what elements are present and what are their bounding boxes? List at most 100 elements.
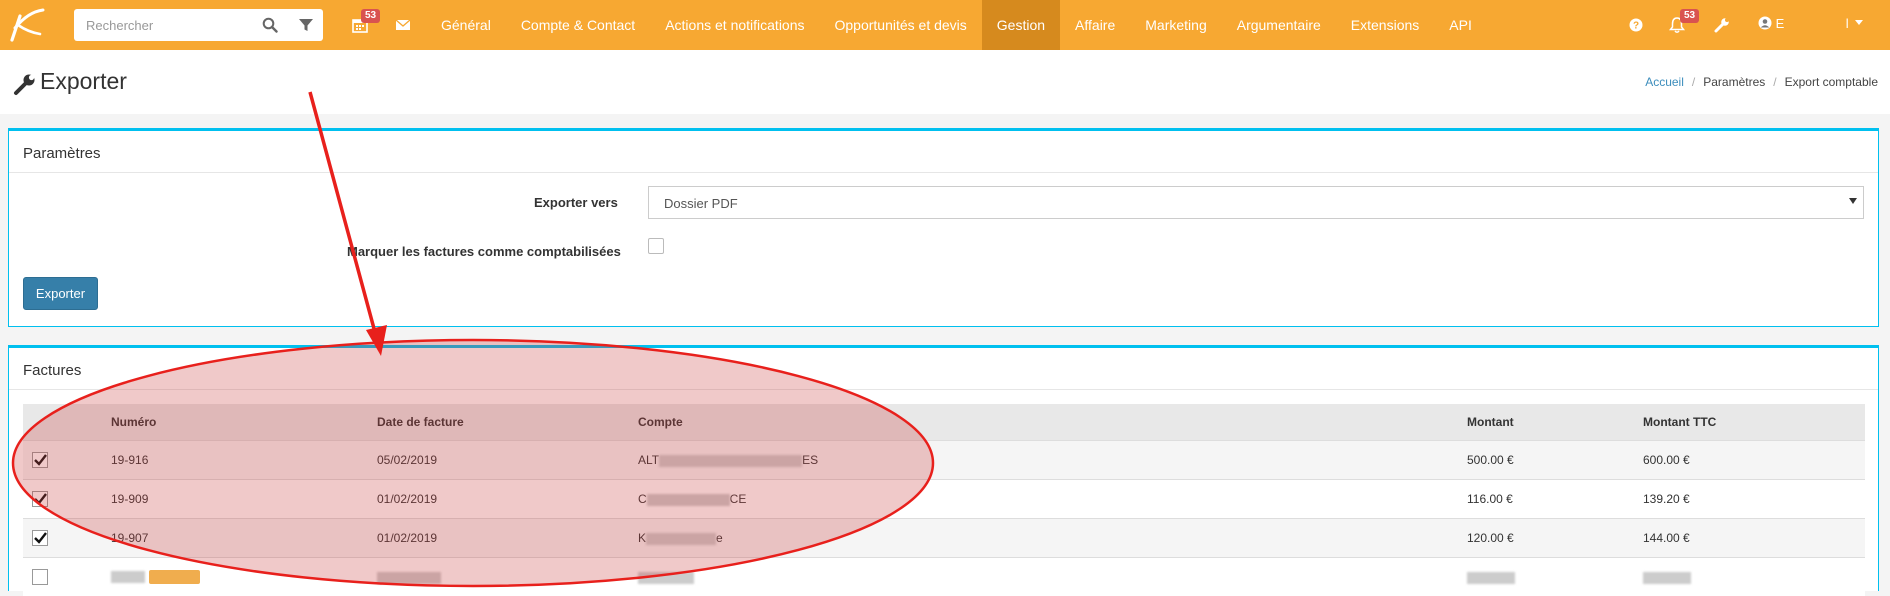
row-checkbox[interactable]: [32, 569, 48, 585]
top-navbar: 53 Général Compte & Contact Actions et n…: [0, 0, 1890, 50]
search-input[interactable]: [74, 9, 256, 41]
filter-icon[interactable]: [298, 17, 314, 33]
row-checkbox[interactable]: [32, 530, 48, 546]
redacted-text: [647, 494, 730, 506]
help-icon[interactable]: ?: [1627, 16, 1645, 34]
nav-opportunites-devis[interactable]: Opportunités et devis: [820, 0, 982, 50]
cut-off-text: [638, 572, 694, 584]
breadcrumb-separator: /: [1692, 75, 1695, 89]
panel-divider: [9, 172, 1878, 173]
cell-date: 01/02/2019: [377, 519, 638, 558]
cell-numero: 19-916: [111, 441, 377, 480]
col-select: [23, 404, 111, 441]
notifications-badge: 53: [1680, 9, 1699, 23]
nav-api[interactable]: API: [1434, 0, 1487, 50]
export-select-value: Dossier PDF: [664, 196, 738, 211]
cell-montant: [1467, 558, 1643, 596]
redacted-text: [646, 533, 716, 545]
row-checkbox[interactable]: [32, 452, 48, 468]
search-icon[interactable]: [262, 17, 278, 33]
nav-compte-contact[interactable]: Compte & Contact: [506, 0, 650, 50]
envelope-icon[interactable]: [394, 16, 412, 34]
status-tag: [149, 570, 200, 584]
nav-marketing[interactable]: Marketing: [1130, 0, 1221, 50]
cut-off-text: [1467, 572, 1515, 584]
nav-gestion[interactable]: Gestion: [982, 0, 1060, 50]
breadcrumb-accueil[interactable]: Accueil: [1645, 75, 1684, 89]
nav-actions-notifications[interactable]: Actions et notifications: [650, 0, 819, 50]
nav-general[interactable]: Général: [426, 0, 506, 50]
cell-compte: Ke: [638, 519, 1467, 558]
breadcrumb-parametres[interactable]: Paramètres: [1703, 75, 1765, 89]
user-menu[interactable]: E l: [1758, 16, 1863, 31]
breadcrumb-current: Export comptable: [1785, 75, 1878, 89]
search-box: [74, 9, 323, 41]
check-icon: [34, 454, 47, 466]
col-montant[interactable]: Montant: [1467, 404, 1643, 441]
row-checkbox[interactable]: [32, 491, 48, 507]
nav-extensions[interactable]: Extensions: [1336, 0, 1434, 50]
cell-montant: 500.00 €: [1467, 441, 1643, 480]
compte-start: C: [638, 492, 647, 506]
cell-montant: 116.00 €: [1467, 480, 1643, 519]
wrench-icon: [13, 72, 37, 96]
col-compte[interactable]: Compte: [638, 404, 1467, 441]
chevron-down-icon: [1849, 198, 1857, 204]
params-panel-title: Paramètres: [23, 145, 101, 162]
cell-date: 01/02/2019: [377, 480, 638, 519]
check-icon: [34, 532, 47, 544]
cell-compte: C CE: [638, 480, 1467, 519]
cell-compte: ALT ES: [638, 441, 1467, 480]
compte-end: CE: [730, 492, 747, 506]
invoices-panel-title: Factures: [23, 362, 81, 379]
cell-numero: 19-907: [111, 519, 377, 558]
params-panel: Paramètres: [8, 128, 1879, 327]
cell-numero: [111, 558, 377, 596]
user-icon: [1758, 16, 1772, 30]
breadcrumb-separator: /: [1773, 75, 1776, 89]
main-nav: Général Compte & Contact Actions et noti…: [426, 0, 1487, 50]
cell-date: 05/02/2019: [377, 441, 638, 480]
table-row[interactable]: 19-916 05/02/2019 ALT ES 500.00 € 600.00 …: [23, 441, 1865, 480]
page-header: [0, 50, 1890, 114]
table-row[interactable]: 19-909 01/02/2019 C CE 116.00 € 139.20 €: [23, 480, 1865, 519]
export-button[interactable]: Exporter: [23, 277, 98, 310]
cell-numero: 19-909: [111, 480, 377, 519]
table-row[interactable]: 19-907 01/02/2019 Ke 120.00 € 144.00 €: [23, 519, 1865, 558]
check-icon: [34, 493, 47, 505]
nav-affaire[interactable]: Affaire: [1060, 0, 1130, 50]
mark-accounted-checkbox[interactable]: [648, 238, 664, 254]
export-select[interactable]: Dossier PDF: [648, 186, 1864, 219]
cut-off-text: [377, 572, 441, 584]
table-row-partial[interactable]: [23, 558, 1865, 596]
page-title: Exporter: [40, 68, 127, 95]
compte-start: K: [638, 531, 646, 545]
svg-text:?: ?: [1633, 21, 1639, 32]
col-date[interactable]: Date de facture: [377, 404, 638, 441]
nav-argumentaire[interactable]: Argumentaire: [1222, 0, 1336, 50]
redacted-text: [659, 455, 802, 467]
calendar-badge: 53: [361, 9, 380, 23]
user-name: E l: [1776, 16, 1849, 31]
logo-icon[interactable]: [6, 6, 46, 44]
col-montant-ttc[interactable]: Montant TTC: [1643, 404, 1865, 441]
cell-ttc: 139.20 €: [1643, 480, 1865, 519]
col-numero[interactable]: Numéro: [111, 404, 377, 441]
cell-montant: 120.00 €: [1467, 519, 1643, 558]
compte-start: ALT: [638, 453, 659, 467]
cell-ttc: 600.00 €: [1643, 441, 1865, 480]
invoices-table: Numéro Date de facture Compte Montant Mo…: [23, 404, 1865, 596]
compte-end: e: [716, 531, 723, 545]
cell-ttc: 144.00 €: [1643, 519, 1865, 558]
breadcrumb: Accueil / Paramètres / Export comptable: [1645, 75, 1878, 89]
panel-divider: [9, 389, 1878, 390]
cell-compte: [638, 558, 1467, 596]
cell-date: [377, 558, 638, 596]
compte-end: ES: [802, 453, 818, 467]
cut-off-text: [111, 571, 145, 583]
cell-ttc: [1643, 558, 1865, 596]
chevron-down-icon: [1855, 20, 1863, 26]
cut-off-text: [1643, 572, 1691, 584]
wrench-icon[interactable]: [1713, 16, 1731, 34]
mark-label: Marquer les factures comme comptabilisée…: [347, 244, 621, 259]
